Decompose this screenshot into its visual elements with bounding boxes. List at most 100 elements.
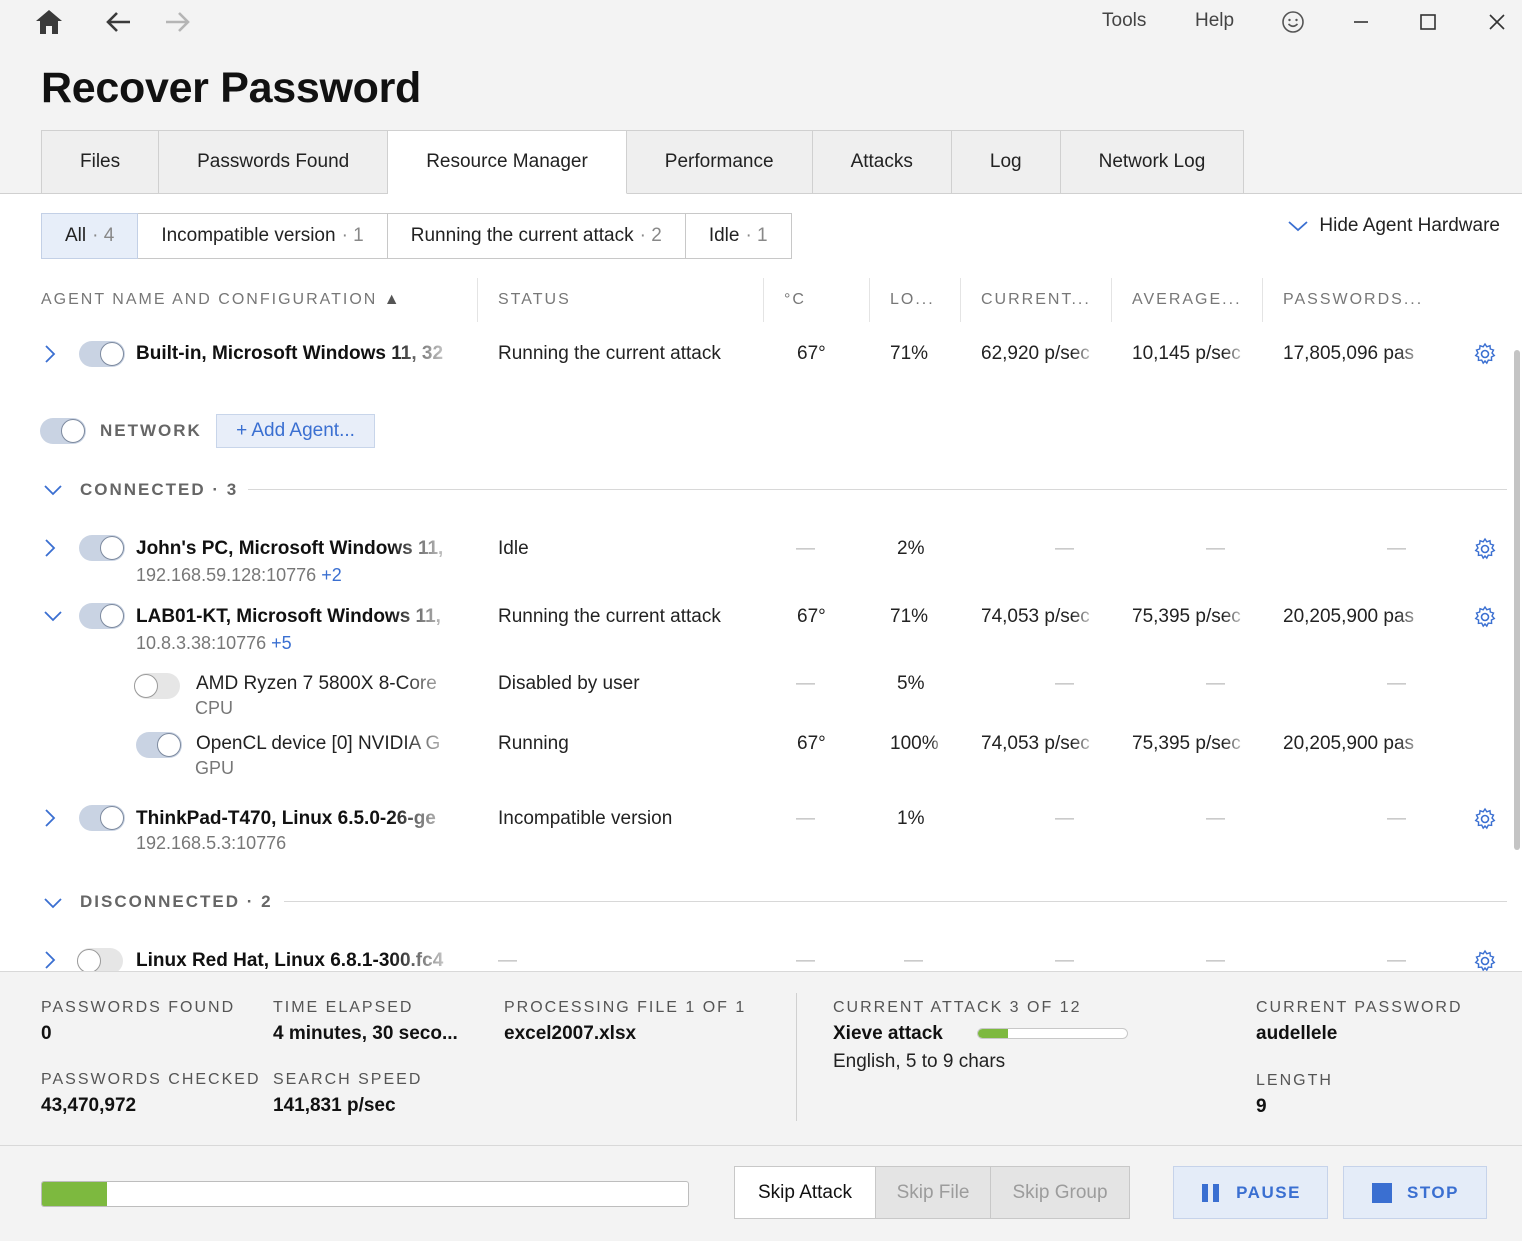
chevron-down-icon[interactable] [43, 893, 63, 913]
agent-address: 10.8.3.38:10776 +5 [136, 633, 292, 654]
chevron-right-icon[interactable] [40, 950, 60, 970]
skip-attack-button[interactable]: Skip Attack [734, 1166, 876, 1219]
add-agent-button[interactable]: + Add Agent... [216, 414, 375, 448]
device-load: 100% [890, 733, 939, 754]
tab-resource-manager[interactable]: Resource Manager [388, 130, 627, 194]
agent-address-more[interactable]: +2 [321, 565, 342, 585]
agent-status: Running the current attack [498, 343, 721, 364]
agent-name: John's PC, Microsoft Windows 11, [136, 538, 444, 559]
agent-address-text: 10.8.3.38:10776 [136, 633, 267, 653]
gear-icon[interactable] [1473, 807, 1497, 831]
search-speed-label: SEARCH SPEED [273, 1071, 423, 1088]
smiley-icon[interactable] [1273, 4, 1313, 40]
passwords-found-label: PASSWORDS FOUND [41, 999, 236, 1016]
forward-arrow-icon[interactable] [158, 4, 198, 40]
agent-passwords: 20,205,900 pas [1283, 606, 1415, 627]
current-password-label: CURRENT PASSWORD [1256, 999, 1463, 1016]
gear-icon[interactable] [1473, 342, 1497, 366]
agent-passwords: — [1387, 950, 1406, 971]
back-arrow-icon[interactable] [98, 4, 138, 40]
col-divider[interactable] [960, 278, 961, 322]
minimize-icon[interactable] [1341, 4, 1381, 40]
skip-group-button[interactable]: Skip Group [991, 1166, 1130, 1219]
agent-toggle[interactable] [79, 535, 125, 561]
filter-incompatible[interactable]: Incompatible version · 1 [138, 213, 388, 259]
agent-current-speed: — [1055, 538, 1074, 559]
filter-all[interactable]: All · 4 [41, 213, 139, 259]
agent-address-more[interactable]: +5 [271, 633, 292, 653]
agent-load: 1% [897, 808, 925, 829]
tab-network-log[interactable]: Network Log [1060, 130, 1245, 194]
tab-bar: Files Passwords Found Resource Manager P… [41, 130, 1245, 194]
agent-current-speed: — [1055, 950, 1074, 971]
processing-file-label: PROCESSING FILE 1 OF 1 [504, 999, 747, 1016]
device-toggle[interactable] [134, 673, 180, 699]
agent-temp: — [796, 808, 815, 829]
tab-performance[interactable]: Performance [626, 130, 813, 194]
col-divider[interactable] [477, 278, 478, 322]
pause-button[interactable]: PAUSE [1173, 1166, 1328, 1219]
gear-icon[interactable] [1473, 949, 1497, 971]
col-header-passwords[interactable]: PASSWORDS... [1283, 291, 1423, 309]
close-icon[interactable] [1477, 4, 1517, 40]
gear-icon[interactable] [1473, 537, 1497, 561]
col-header-current[interactable]: CURRENT... [981, 291, 1091, 309]
filter-count: · 2 [639, 225, 662, 246]
agent-name: Linux Red Hat, Linux 6.8.1-300.fc4 [136, 950, 444, 971]
agent-passwords: — [1387, 538, 1406, 559]
chevron-right-icon[interactable] [40, 808, 60, 828]
agent-toggle[interactable] [79, 805, 125, 831]
skip-file-button[interactable]: Skip File [876, 1166, 991, 1219]
device-temp: 67° [797, 733, 826, 754]
col-divider[interactable] [1111, 278, 1112, 322]
filter-idle[interactable]: Idle · 1 [685, 213, 792, 259]
gear-icon[interactable] [1473, 605, 1497, 629]
network-label: NETWORK [100, 421, 202, 440]
network-toggle[interactable] [40, 418, 86, 444]
chevron-down-icon[interactable] [43, 606, 63, 626]
maximize-icon[interactable] [1408, 4, 1448, 40]
tab-passwords-found[interactable]: Passwords Found [159, 130, 389, 194]
chevron-right-icon[interactable] [40, 344, 60, 364]
menu-tools[interactable]: Tools [1102, 10, 1146, 32]
col-divider[interactable] [763, 278, 764, 322]
agent-toggle[interactable] [79, 603, 125, 629]
stop-button[interactable]: STOP [1343, 1166, 1487, 1219]
tab-files[interactable]: Files [41, 130, 160, 194]
agent-temp: 67° [797, 606, 826, 627]
device-status: Disabled by user [498, 673, 640, 694]
agent-average-speed: 75,395 p/sec [1132, 606, 1241, 627]
chevron-down-icon[interactable] [43, 480, 63, 500]
col-header-load[interactable]: LO... [890, 291, 935, 309]
col-header-average[interactable]: AVERAGE... [1132, 291, 1242, 309]
device-name: OpenCL device [0] NVIDIA G [196, 733, 441, 754]
section-divider [284, 901, 1507, 902]
agent-toggle[interactable] [77, 948, 123, 971]
col-header-temp[interactable]: °C [784, 291, 806, 309]
filter-label: Running the current attack [410, 225, 634, 246]
home-icon[interactable] [29, 4, 69, 40]
col-header-name[interactable]: AGENT NAME AND CONFIGURATION ▲ [41, 291, 402, 309]
length-value: 9 [1256, 1096, 1267, 1117]
tab-log[interactable]: Log [951, 130, 1061, 194]
vertical-scrollbar[interactable] [1514, 350, 1520, 850]
filter-label: Incompatible version [161, 225, 336, 246]
col-divider[interactable] [869, 278, 870, 322]
agent-toggle[interactable] [79, 341, 125, 367]
agent-average-speed: — [1206, 950, 1225, 971]
col-divider[interactable] [1262, 278, 1263, 322]
section-divider [248, 489, 1507, 490]
tab-attacks[interactable]: Attacks [812, 130, 952, 194]
filter-running[interactable]: Running the current attack · 2 [387, 213, 686, 259]
hide-hardware-toggle[interactable]: Hide Agent Hardware [1287, 215, 1500, 237]
time-elapsed-value: 4 minutes, 30 seco... [273, 1023, 458, 1044]
attack-name: Xieve attack [833, 1023, 943, 1044]
menu-help[interactable]: Help [1195, 10, 1234, 32]
attack-detail: English, 5 to 9 chars [833, 1051, 1006, 1072]
col-header-status[interactable]: STATUS [498, 291, 571, 309]
chevron-right-icon[interactable] [40, 538, 60, 558]
device-toggle[interactable] [136, 732, 182, 758]
search-speed-value: 141,831 p/sec [273, 1095, 396, 1116]
agent-passwords: — [1387, 808, 1406, 829]
stop-icon [1372, 1182, 1392, 1203]
